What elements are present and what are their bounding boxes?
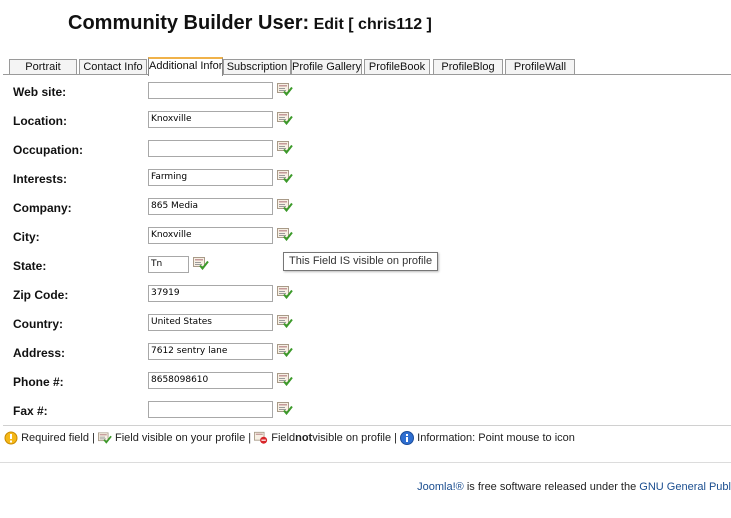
page-title: Community Builder User: Edit [ chris112 …: [68, 12, 432, 35]
field-visible-icon[interactable]: [277, 199, 293, 212]
legend-separator: |: [394, 432, 398, 444]
location-input[interactable]: Knoxville: [148, 111, 273, 128]
field-not-visible-icon: [254, 431, 268, 444]
legend-not-visible-a: Field: [271, 432, 296, 444]
tab-profilebook[interactable]: ProfileBook: [364, 59, 430, 74]
field-label: City:: [13, 230, 40, 244]
field-visible-icon[interactable]: [277, 344, 293, 357]
field-label: Address:: [13, 346, 66, 360]
field-row-company: Company: 865 Media: [3, 196, 731, 222]
field-visible-icon[interactable]: [277, 373, 293, 386]
tab-additional-info[interactable]: Additional Infor: [148, 57, 223, 76]
field-row-address: Address: 7612 sentry lane: [3, 341, 731, 367]
tab-subscription[interactable]: Subscription: [223, 59, 291, 74]
tab-profilewall[interactable]: ProfileWall: [505, 59, 575, 74]
legend-separator: |: [92, 432, 95, 444]
field-label: Web site:: [13, 85, 67, 99]
info-icon: [400, 431, 415, 445]
fax-input[interactable]: [148, 401, 273, 418]
field-visible-icon[interactable]: [277, 170, 293, 183]
field-label: Fax #:: [13, 404, 48, 418]
tab-portrait[interactable]: Portrait: [9, 59, 77, 74]
field-label: Interests:: [13, 172, 68, 186]
field-row-occupation: Occupation:: [3, 138, 731, 164]
field-label: Zip Code:: [13, 288, 69, 302]
country-input[interactable]: United States: [148, 314, 273, 331]
field-visible-icon[interactable]: [277, 315, 293, 328]
address-input[interactable]: 7612 sentry lane: [148, 343, 273, 360]
legend-info-text: Information: Point mouse to icon: [417, 432, 575, 444]
page-title-main: Community Builder User:: [68, 12, 310, 34]
footer-divider: [0, 462, 731, 463]
joomla-link[interactable]: Joomla!®: [417, 481, 464, 493]
city-input[interactable]: Knoxville: [148, 227, 273, 244]
field-visible-icon: [98, 431, 112, 445]
field-visible-icon[interactable]: [277, 228, 293, 241]
footer: Joomla!® is free software released under…: [417, 481, 731, 493]
legend-required-text: Required field: [21, 432, 89, 444]
field-row-fax: Fax #:: [3, 399, 731, 425]
company-input[interactable]: 865 Media: [148, 198, 273, 215]
field-visible-icon[interactable]: [277, 402, 293, 415]
website-input[interactable]: [148, 82, 273, 99]
field-row-interests: Interests: Farming: [3, 167, 731, 193]
required-icon: [4, 431, 18, 445]
zip-code-input[interactable]: 37919: [148, 285, 273, 302]
field-row-city: City: Knoxville: [3, 225, 731, 251]
field-row-website: Web site:: [3, 80, 731, 106]
field-label: Location:: [13, 114, 67, 128]
field-label: Occupation:: [13, 143, 84, 157]
visibility-tooltip: This Field IS visible on profile: [283, 252, 439, 271]
field-label: State:: [13, 259, 47, 273]
tab-profileblog[interactable]: ProfileBlog: [433, 59, 503, 74]
field-row-location: Location: Knoxville: [3, 109, 731, 135]
field-visible-icon[interactable]: [277, 286, 293, 299]
field-visible-icon[interactable]: [193, 257, 209, 270]
state-input[interactable]: Tn: [148, 256, 189, 273]
field-visible-icon[interactable]: [277, 83, 293, 96]
field-visible-icon[interactable]: [277, 112, 293, 125]
field-row-zip: Zip Code: 37919: [3, 283, 731, 309]
tab-contact-info[interactable]: Contact Info: [79, 59, 147, 74]
field-label: Company:: [13, 201, 72, 215]
legend-visible-text: Field visible on your profile: [114, 432, 246, 444]
footer-text: is free software released under the: [466, 481, 637, 493]
field-row-country: Country: United States: [3, 312, 731, 338]
legend-bar: Required field | Field visible on your p…: [4, 431, 575, 449]
legend-not-visible-c: visible on profile: [312, 432, 392, 444]
phone-input[interactable]: 8658098610: [148, 372, 273, 389]
field-visible-icon[interactable]: [277, 141, 293, 154]
interests-input[interactable]: Farming: [148, 169, 273, 186]
gnu-license-link[interactable]: GNU General Publ: [639, 481, 731, 493]
page-title-username: [ chris112 ]: [348, 16, 432, 33]
legend-separator: |: [248, 432, 252, 444]
legend-not-visible-b: not: [295, 432, 313, 444]
field-label: Phone #:: [13, 375, 64, 389]
additional-info-panel: Web site: Location: Knoxville Occupation…: [3, 74, 731, 426]
occupation-input[interactable]: [148, 140, 273, 157]
field-row-phone: Phone #: 8658098610: [3, 370, 731, 396]
field-label: Country:: [13, 317, 63, 331]
tab-profile-gallery[interactable]: Profile Gallery: [291, 59, 362, 74]
page-title-action: Edit: [313, 16, 344, 33]
